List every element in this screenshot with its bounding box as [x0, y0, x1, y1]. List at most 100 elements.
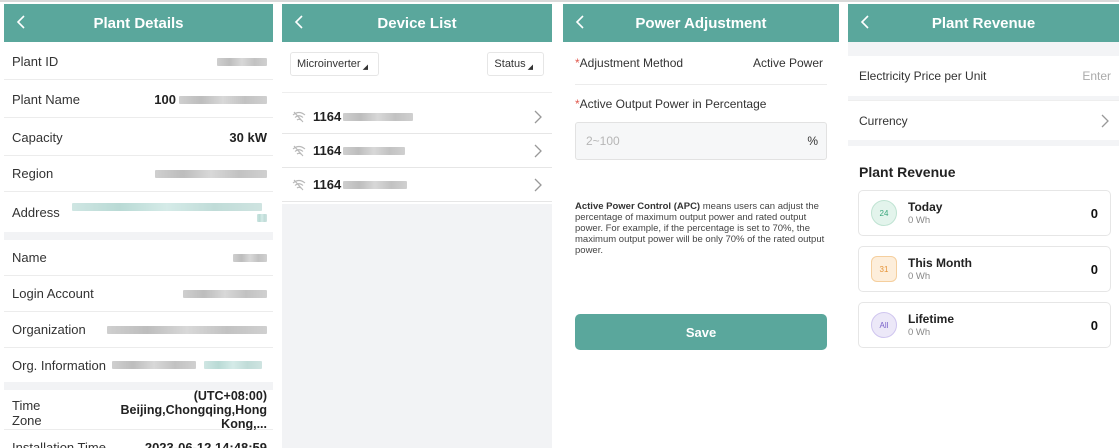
percentage-input[interactable] — [584, 133, 788, 149]
redacted-device-id — [343, 146, 406, 155]
device-type-filter[interactable]: Microinverter ◢ — [290, 52, 379, 76]
device-id: 1164 — [313, 177, 342, 192]
plant-details-screen: Plant Details Plant ID Plant Name 100 Ca… — [4, 4, 273, 448]
card-label: This Month — [908, 256, 972, 270]
redacted-device-id — [343, 180, 408, 189]
card-value: 0 — [1090, 261, 1098, 277]
card-value: 0 — [1090, 317, 1098, 333]
currency-label: Currency — [859, 113, 908, 128]
row-login-account: Login Account — [4, 276, 273, 312]
calendar-icon: 31 — [871, 256, 897, 282]
redacted-organization — [107, 325, 267, 334]
card-energy: 0 Wh — [908, 271, 931, 282]
installation-time-label: Installation Time — [12, 440, 106, 448]
device-id: 1164 — [313, 109, 342, 124]
row-address: Address — [4, 192, 273, 232]
card-value: 0 — [1090, 205, 1098, 221]
device-row[interactable]: 1164 — [282, 134, 552, 168]
power-adjustment-header: Power Adjustment — [563, 4, 839, 42]
electricity-price-input[interactable]: Enter — [1082, 69, 1111, 83]
plant-name-label: Plant Name — [12, 92, 80, 107]
back-chevron-icon[interactable] — [856, 12, 876, 32]
plant-name-value: 100 — [154, 92, 176, 107]
redacted-device-id — [343, 112, 414, 121]
back-chevron-icon[interactable] — [290, 12, 310, 32]
empty-area — [282, 204, 552, 448]
adjustment-method-row[interactable]: *Adjustment Method Active Power — [575, 56, 827, 85]
redacted-login-account — [183, 289, 267, 298]
percent-unit: % — [807, 134, 818, 148]
revenue-card-today: 24 Today 0 Wh 0 — [858, 190, 1111, 236]
chevron-right-icon — [534, 178, 542, 192]
redacted-name — [233, 253, 267, 262]
wifi-off-icon — [292, 145, 306, 156]
row-name: Name — [4, 240, 273, 276]
row-capacity: Capacity 30 kW — [4, 120, 273, 156]
today-24h-icon: 24 — [871, 200, 897, 226]
device-list-screen: Device List Microinverter ◢ Status ◢ 116… — [282, 4, 552, 448]
time-zone-offset: (UTC+08:00) — [193, 388, 267, 403]
row-region: Region — [4, 156, 273, 192]
chevron-right-icon — [534, 110, 542, 124]
device-row[interactable]: 1164 — [282, 168, 552, 202]
device-row[interactable]: 1164 — [282, 100, 552, 134]
chevron-right-icon — [1101, 114, 1109, 127]
status-filter[interactable]: Status ◢ — [487, 52, 544, 76]
time-zone-label: Time Zone — [12, 397, 42, 428]
save-button[interactable]: Save — [575, 314, 827, 350]
back-chevron-icon[interactable] — [12, 12, 32, 32]
power-adjustment-screen: Power Adjustment *Adjustment Method Acti… — [563, 4, 839, 448]
adjustment-method-label: *Adjustment Method — [575, 56, 683, 70]
plant-details-header: Plant Details — [4, 4, 273, 42]
plant-id-label: Plant ID — [12, 54, 59, 69]
row-time-zone: Time Zone (UTC+08:00) Beijing,Chongqing,… — [4, 388, 273, 431]
plant-revenue-screen: Plant Revenue Electricity Price per Unit… — [848, 4, 1119, 448]
active-output-power-text: Active Output Power in Percentage — [579, 97, 767, 111]
card-energy: 0 Wh — [908, 327, 931, 338]
redacted-plant-id — [217, 57, 267, 66]
chevron-right-icon — [534, 144, 542, 158]
redacted-plant-name — [179, 95, 267, 104]
electricity-price-row[interactable]: Electricity Price per Unit Enter — [848, 56, 1119, 96]
installation-time-value: 2023-06-12 14:48:59 — [144, 440, 267, 448]
row-plant-id: Plant ID — [4, 44, 273, 80]
section-separator — [4, 232, 273, 240]
capacity-label: Capacity — [12, 130, 63, 145]
device-list-header: Device List — [282, 4, 552, 42]
dropdown-triangle-icon: ◢ — [527, 64, 533, 71]
lifetime-icon: All — [871, 312, 897, 338]
filter-bar: Microinverter ◢ Status ◢ — [282, 42, 552, 93]
login-account-label: Login Account — [12, 286, 94, 301]
org-information-label: Org. Information — [12, 357, 106, 373]
dropdown-triangle-icon: ◢ — [362, 64, 368, 71]
redacted-region — [155, 169, 267, 178]
revenue-card-this-month: 31 This Month 0 Wh 0 — [858, 246, 1111, 292]
electricity-price-label: Electricity Price per Unit — [859, 69, 987, 83]
active-output-power-label: *Active Output Power in Percentage — [575, 97, 827, 111]
back-chevron-icon[interactable] — [571, 12, 591, 32]
adjustment-method-text: Adjustment Method — [579, 56, 684, 70]
apc-term: Active Power Control (APC) — [575, 201, 701, 212]
page-title: Plant Details — [93, 14, 184, 32]
wifi-off-icon — [292, 179, 306, 190]
row-org-information: Org. Information — [4, 348, 273, 382]
time-zone-cities: Beijing,Chongqing,Hong Kong,... — [120, 402, 268, 431]
revenue-card-lifetime: All Lifetime 0 Wh 0 — [858, 302, 1111, 348]
percentage-input-box: % — [575, 122, 827, 160]
card-label: Today — [908, 200, 943, 214]
page-title: Device List — [377, 14, 457, 32]
card-energy: 0 Wh — [908, 215, 931, 226]
row-plant-name: Plant Name 100 — [4, 82, 273, 118]
currency-row[interactable]: Currency — [848, 100, 1119, 140]
redacted-address-2 — [257, 214, 267, 222]
page-title: Power Adjustment — [635, 14, 767, 32]
plant-revenue-section-title: Plant Revenue — [859, 164, 956, 180]
status-filter-label: Status — [494, 58, 526, 70]
adjustment-method-value: Active Power — [752, 56, 823, 70]
redacted-org-information — [111, 361, 196, 369]
device-id: 1164 — [313, 143, 342, 158]
device-type-filter-label: Microinverter — [297, 58, 361, 70]
time-zone-value: (UTC+08:00) Beijing,Chongqing,Hong Kong,… — [73, 388, 268, 431]
plant-revenue-section: Plant Revenue 24 Today 0 Wh 0 31 This Mo… — [848, 146, 1119, 448]
name-label: Name — [12, 250, 47, 265]
